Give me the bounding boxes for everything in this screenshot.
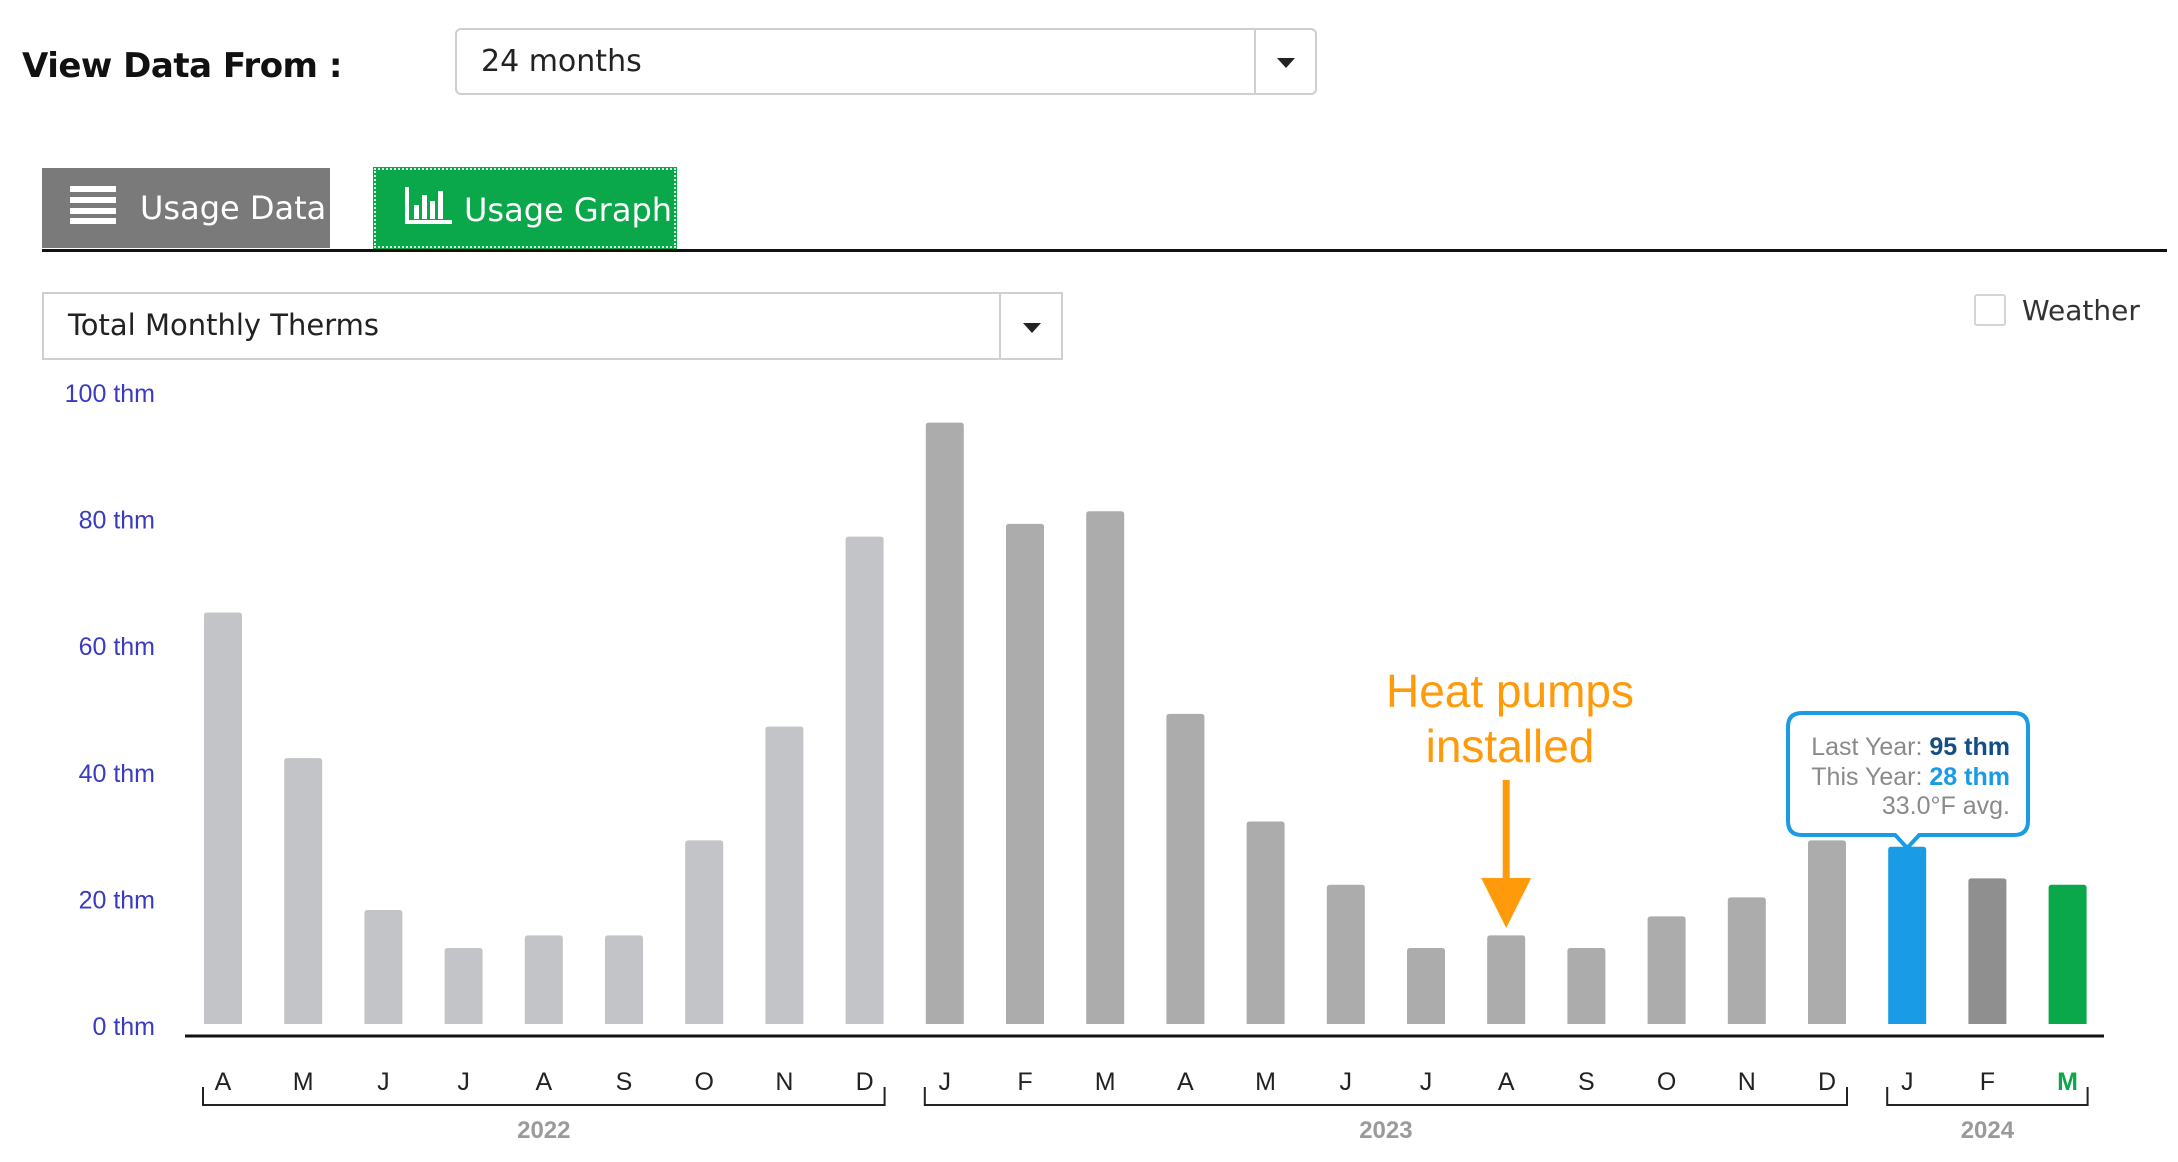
tooltip-last-year-value: 95 thm	[1929, 733, 2010, 761]
bar	[765, 726, 804, 1024]
tooltip-this-year: This Year: 28 thm	[1811, 763, 2010, 791]
year-bracket	[923, 1087, 1848, 1106]
x-tick-label: J	[457, 1068, 470, 1096]
bar	[1166, 713, 1205, 1024]
tooltip-weather: 33.0°F avg.	[1882, 792, 2010, 820]
bar	[1567, 948, 1606, 1024]
x-tick-label: M	[1255, 1068, 1276, 1096]
x-tick-label: M	[2057, 1068, 2078, 1096]
x-tick-label: N	[1738, 1068, 1756, 1096]
x-tick-label: J	[1420, 1068, 1433, 1096]
year-label: 2024	[1961, 1117, 2015, 1144]
annotation-arrow-head	[1481, 878, 1532, 928]
tooltip-last-year: Last Year: 95 thm	[1811, 733, 2010, 761]
x-tick-label: D	[856, 1068, 874, 1096]
usage-bar-chart: 100 thm 80 thm 60 thm 40 thm 20 thm 0 thm A M J J…	[65, 380, 2104, 1144]
y-tick-label: 80 thm	[79, 507, 155, 535]
y-tick-label: 0 thm	[92, 1013, 155, 1041]
bar	[1968, 878, 2007, 1024]
y-tick-label: 40 thm	[79, 760, 155, 788]
x-tick-label: S	[616, 1068, 633, 1096]
bar	[364, 910, 403, 1024]
annotation-text: installed	[1426, 720, 1595, 772]
x-tick-label: F	[1017, 1068, 1032, 1096]
bar	[524, 935, 563, 1024]
bar	[2048, 884, 2087, 1024]
bar	[204, 612, 242, 1024]
x-tick-label: A	[535, 1068, 552, 1096]
x-tick-label: S	[1578, 1068, 1595, 1096]
bar	[1006, 523, 1044, 1024]
x-tick-label: D	[1818, 1068, 1836, 1096]
bar	[1647, 916, 1686, 1024]
x-tick-label: A	[215, 1068, 232, 1096]
x-tick-label: A	[1177, 1068, 1194, 1096]
bar	[444, 948, 483, 1024]
bar	[605, 935, 643, 1024]
annotation-text: Heat pumps	[1386, 665, 1634, 717]
bar	[1326, 884, 1365, 1024]
tooltip-this-year-value: 28 thm	[1929, 763, 2010, 791]
x-tick-label: M	[293, 1068, 314, 1096]
bar	[925, 422, 964, 1024]
x-tick-label: J	[1340, 1068, 1353, 1096]
year-label: 2023	[1359, 1117, 1412, 1144]
bar	[1888, 846, 1927, 1024]
x-tick-label: J	[939, 1068, 952, 1096]
x-tick-label: F	[1980, 1068, 1995, 1096]
tooltip-last-year-label: Last Year:	[1811, 733, 1929, 761]
bar	[1246, 821, 1285, 1024]
x-tick-label: J	[1901, 1068, 1914, 1096]
tooltip-this-year-label: This Year:	[1811, 763, 1929, 791]
bar	[1086, 511, 1125, 1024]
x-tick-label: A	[1498, 1068, 1515, 1096]
y-tick-label: 100 thm	[65, 380, 155, 408]
bar	[845, 536, 884, 1024]
bar	[284, 758, 323, 1024]
x-tick-label: N	[775, 1068, 793, 1096]
x-tick-label: J	[377, 1068, 390, 1096]
x-tick-label: M	[1095, 1068, 1116, 1096]
bar	[1808, 840, 1846, 1024]
y-tick-label: 60 thm	[79, 633, 155, 661]
y-tick-label: 20 thm	[79, 886, 155, 914]
bar	[1727, 897, 1766, 1024]
bar	[1407, 948, 1445, 1024]
bar	[1487, 935, 1526, 1024]
x-tick-label: O	[694, 1068, 713, 1096]
year-label: 2022	[517, 1117, 570, 1144]
bar	[685, 840, 724, 1024]
x-tick-label: O	[1657, 1068, 1676, 1096]
